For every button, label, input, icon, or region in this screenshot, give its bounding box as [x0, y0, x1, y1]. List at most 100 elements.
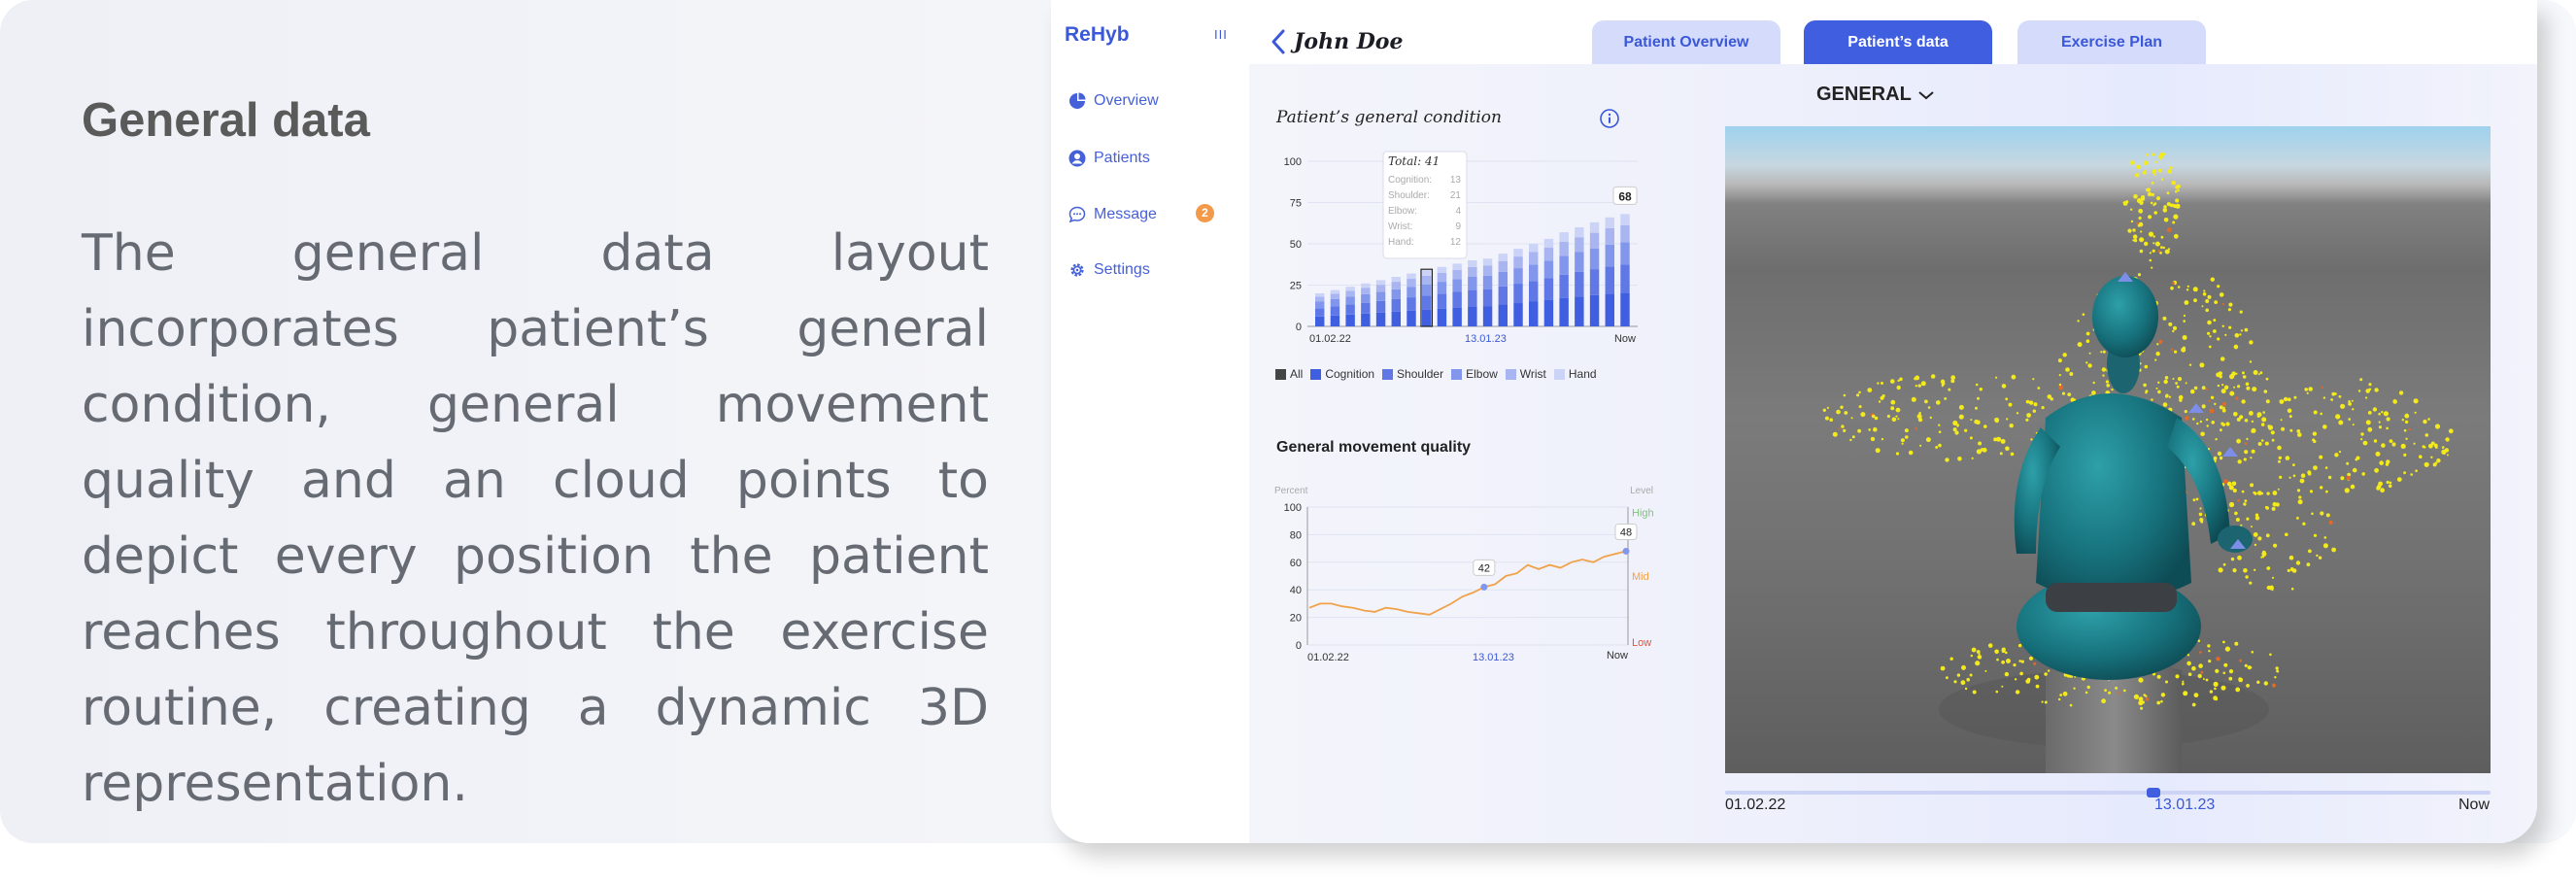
legend-cognition[interactable]: Cognition: [1310, 367, 1374, 381]
x-tick-label: 13.01.23: [1473, 652, 1514, 663]
avatar-figure: [2014, 272, 2253, 680]
app-logo[interactable]: ReHyb: [1065, 23, 1130, 47]
bar-segment: [1452, 279, 1462, 292]
y-tick-label: 50: [1290, 239, 1302, 251]
bar-segment: [1543, 247, 1554, 261]
y-axis-caption: Percent: [1274, 486, 1308, 496]
bar-segment: [1559, 241, 1569, 256]
bar-segment: [1513, 303, 1523, 326]
sidebar-item-label: Settings: [1094, 261, 1150, 278]
bar-segment: [1559, 274, 1569, 298]
bar-segment: [1543, 238, 1554, 248]
bar-segment: [1315, 293, 1325, 297]
bar-segment: [1422, 270, 1432, 276]
bar-segment: [1345, 287, 1355, 291]
level-label: Low: [1632, 637, 1651, 649]
tooltip-row-value: 12: [1450, 237, 1462, 248]
bar-segment: [1437, 266, 1447, 273]
bar-segment: [1575, 227, 1584, 238]
bar-segment: [1330, 298, 1340, 307]
bar-segment: [1345, 304, 1355, 315]
legend-all[interactable]: All: [1275, 367, 1303, 381]
bar-segment: [1407, 287, 1416, 298]
bar-segment: [1437, 282, 1447, 294]
bar-segment: [1575, 252, 1584, 272]
bar-segment: [1529, 264, 1539, 282]
data-point: [1480, 583, 1488, 591]
bar-segment: [1559, 255, 1569, 275]
bar-segment: [1559, 232, 1569, 242]
bar-segment: [1513, 256, 1523, 269]
tab-exercise-plan[interactable]: Exercise Plan: [2017, 20, 2206, 64]
bar-segment: [1468, 266, 1477, 277]
bar-segment: [1407, 297, 1416, 311]
chat-icon: [1068, 206, 1086, 223]
bar-segment: [1361, 302, 1371, 314]
legend-hand[interactable]: Hand: [1553, 367, 1597, 381]
timeline-slider[interactable]: [1725, 788, 2491, 797]
sidebar-item-settings[interactable]: Settings: [1068, 256, 1150, 284]
bar-segment: [1468, 277, 1477, 290]
sidebar-item-overview[interactable]: Overview: [1068, 87, 1159, 115]
bar-segment: [1513, 249, 1523, 257]
info-icon[interactable]: [1599, 108, 1620, 129]
tooltip-row-label: Wrist:: [1388, 221, 1412, 232]
tooltip-row-label: Hand:: [1388, 237, 1414, 248]
bar-segment: [1375, 285, 1386, 292]
patient-name: John Doe: [1294, 29, 1404, 54]
bar-segment: [1498, 260, 1508, 272]
bar-segment: [1620, 264, 1630, 293]
bar-segment: [1529, 252, 1539, 265]
point-cloud-3d-viewport[interactable]: [1725, 126, 2491, 773]
bar-segment: [1468, 260, 1477, 267]
tooltip-row-label: Elbow:: [1388, 206, 1417, 217]
level-caption: Level: [1630, 486, 1653, 496]
legend-shoulder[interactable]: Shoulder: [1382, 367, 1443, 381]
bar-segment: [1605, 228, 1614, 245]
y-tick-label: 0: [1296, 640, 1302, 652]
bar-segment: [1589, 248, 1600, 270]
bar-segment: [1482, 258, 1493, 266]
back-arrow-icon[interactable]: [1269, 27, 1288, 56]
movement-title: General movement quality: [1276, 439, 1472, 456]
tooltip-row-label: Shoulder:: [1388, 190, 1430, 201]
level-label: High: [1632, 508, 1654, 520]
main-panel: John Doe Patient Overview Patient’s data…: [1249, 0, 2537, 843]
bar-segment: [1529, 244, 1539, 253]
legend-wrist[interactable]: Wrist: [1505, 367, 1546, 381]
view-selector[interactable]: GENERAL: [1816, 84, 1935, 106]
bar-segment: [1513, 284, 1523, 304]
bar-segment: [1620, 242, 1630, 265]
bar-segment: [1620, 292, 1630, 326]
timeline-start-label: 01.02.22: [1725, 797, 1786, 813]
bar-segment: [1482, 275, 1493, 289]
sidebar-item-message[interactable]: Message: [1068, 201, 1157, 228]
collapse-menu-icon[interactable]: III: [1214, 27, 1228, 42]
bar-segment: [1543, 260, 1554, 279]
bar-segment: [1589, 269, 1600, 295]
bar-segment: [1468, 306, 1477, 326]
bar-segment: [1513, 268, 1523, 285]
tooltip-row-value: 4: [1455, 206, 1461, 217]
bar-segment: [1559, 297, 1569, 326]
tab-patient-overview[interactable]: Patient Overview: [1592, 20, 1780, 64]
patient-data-content: Patient’s general condition 0 25 50 75 100 68…: [1249, 64, 2537, 843]
bar-segment: [1575, 237, 1584, 253]
bar-segment: [1498, 286, 1508, 305]
legend-elbow[interactable]: Elbow: [1451, 367, 1498, 381]
sidebar-item-patients[interactable]: Patients: [1068, 145, 1150, 172]
bar-segment: [1605, 217, 1614, 229]
x-tick-label: Now: [1607, 650, 1628, 662]
bar-segment: [1452, 263, 1462, 270]
bar-segment: [1422, 284, 1432, 296]
bar-segment: [1452, 291, 1462, 308]
bar-segment: [1375, 300, 1386, 313]
y-tick-label: 25: [1290, 281, 1302, 292]
bar-segment: [1498, 304, 1508, 326]
bar-segment: [1361, 293, 1371, 303]
bar-segment: [1422, 309, 1432, 326]
tab-patients-data[interactable]: Patient’s data: [1804, 20, 1992, 64]
y-tick-label: 0: [1296, 322, 1302, 333]
bar-segment: [1422, 275, 1432, 285]
bar-segment: [1605, 293, 1614, 326]
